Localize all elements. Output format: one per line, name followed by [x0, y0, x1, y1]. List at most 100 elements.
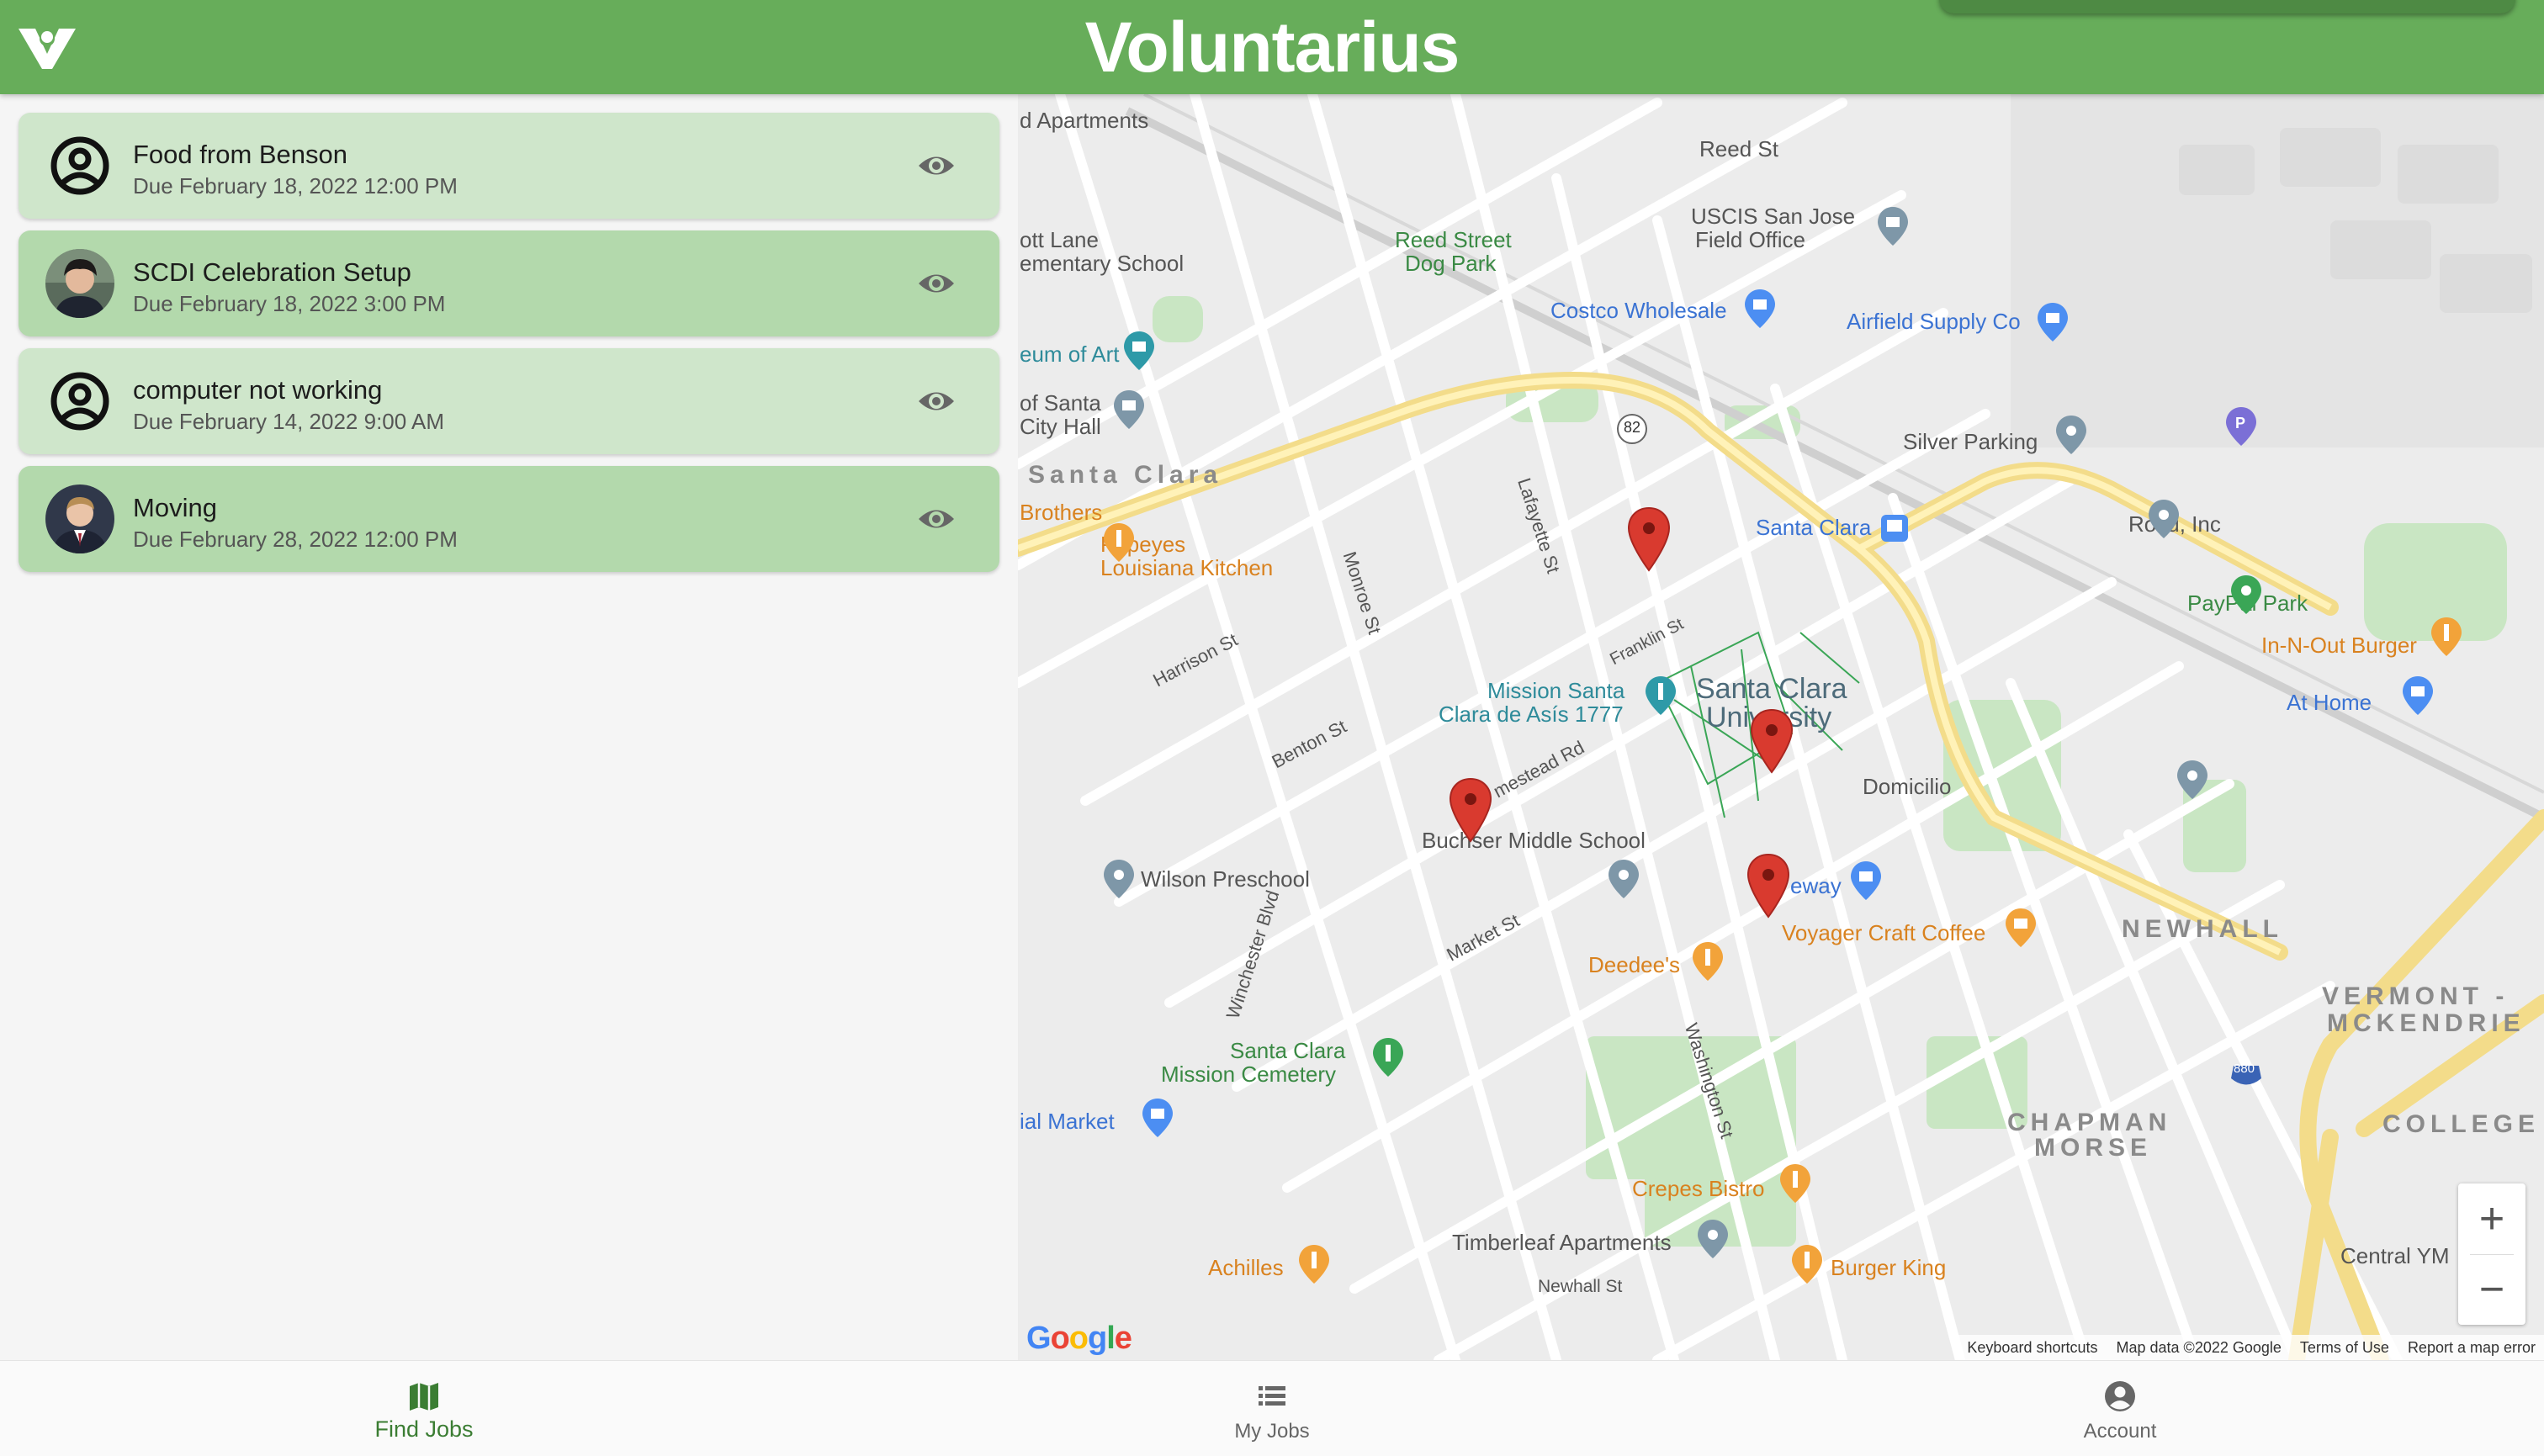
route-880-label: 880 — [2234, 1062, 2255, 1076]
map-label: Voyager Craft Coffee — [1782, 920, 1986, 945]
user-photo-avatar — [45, 249, 114, 318]
nav-account[interactable]: Account — [1696, 1361, 2544, 1456]
job-due-date: Due February 18, 2022 3:00 PM — [133, 291, 446, 316]
eye-icon[interactable] — [917, 387, 956, 416]
restaurant-poi-icon[interactable] — [1297, 1243, 1331, 1285]
map-label: NEWHALL — [2122, 915, 2283, 943]
map-label: COLLEGE — [2382, 1110, 2541, 1138]
job-location-marker-icon[interactable] — [1627, 506, 1671, 572]
cafe-poi-icon[interactable] — [2004, 907, 2038, 949]
location-poi-icon[interactable] — [2176, 759, 2209, 801]
map-label: City Hall — [1020, 414, 1101, 439]
map-label: Mission Santa — [1487, 678, 1625, 703]
person-outline-icon — [50, 372, 109, 431]
church-poi-icon[interactable] — [1644, 675, 1677, 717]
map-label: Airfield Supply Co — [1847, 309, 2021, 334]
keyboard-shortcuts-link[interactable]: Keyboard shortcuts — [1967, 1335, 2097, 1360]
eye-icon[interactable] — [917, 505, 956, 533]
restaurant-poi-icon[interactable] — [2430, 616, 2463, 658]
google-logo[interactable]: Google — [1026, 1321, 1132, 1357]
school-poi-icon[interactable] — [1102, 858, 1136, 900]
map-label: Clara de Asís 1777 — [1439, 702, 1624, 727]
government-poi-icon[interactable] — [1876, 205, 1910, 247]
cemetery-poi-icon[interactable] — [1371, 1036, 1405, 1078]
shopping-poi-icon[interactable] — [1849, 860, 1883, 902]
eye-icon[interactable] — [917, 269, 956, 298]
job-title: Food from Benson — [133, 140, 348, 169]
zoom-out-button[interactable]: − — [2458, 1254, 2525, 1325]
map-icon — [410, 1383, 438, 1411]
restaurant-poi-icon[interactable] — [1790, 1243, 1824, 1285]
map-label: Reed Street — [1395, 227, 1512, 252]
map-label: Crepes Bistro — [1632, 1176, 1765, 1201]
shopping-poi-icon[interactable] — [2401, 675, 2435, 717]
train-station-icon[interactable] — [1878, 511, 1911, 545]
restaurant-poi-icon[interactable] — [1778, 1162, 1812, 1205]
job-title: Moving — [133, 493, 217, 522]
nav-find-jobs[interactable]: Find Jobs — [0, 1361, 848, 1456]
location-poi-icon[interactable] — [1696, 1218, 1730, 1260]
map-label: Reed St — [1699, 136, 1778, 161]
map-data-text: Map data ©2022 Google — [2116, 1339, 2282, 1356]
map-view[interactable]: d Apartments Reed St USCIS San Jose Fiel… — [1018, 94, 2544, 1360]
zoom-in-button[interactable]: + — [2458, 1183, 2525, 1254]
user-photo-avatar — [45, 484, 114, 553]
job-card[interactable]: computer not working Due February 14, 20… — [19, 348, 999, 454]
map-label: At Home — [2287, 690, 2372, 715]
map-label: eum of Art — [1020, 341, 1120, 367]
restaurant-poi-icon[interactable] — [1102, 522, 1136, 564]
parking-poi-icon[interactable]: P — [2224, 405, 2258, 447]
location-poi-icon[interactable] — [2054, 414, 2088, 456]
person-outline-icon — [50, 136, 109, 195]
map-label: ial Market — [1020, 1109, 1115, 1134]
map-label: Achilles — [1208, 1255, 1284, 1280]
government-poi-icon[interactable] — [1112, 389, 1146, 431]
nav-label: Account — [2083, 1420, 2157, 1443]
map-label: Wilson Preschool — [1141, 866, 1310, 892]
job-card[interactable]: SCDI Celebration Setup Due February 18, … — [19, 230, 999, 336]
map-label: Central YM — [2340, 1243, 2450, 1268]
map-label: VERMONT - — [2322, 982, 2510, 1010]
map-label: USCIS San Jose — [1691, 204, 1856, 229]
map-label: Santa Clara — [1028, 461, 1223, 489]
map-label: Domicilio — [1863, 774, 1952, 799]
map-attribution: Keyboard shortcuts Map data ©2022 Google… — [1957, 1335, 2544, 1360]
museum-poi-icon[interactable] — [1122, 330, 1156, 372]
restaurant-poi-icon[interactable] — [1691, 940, 1725, 982]
map-label: ott Lane — [1020, 227, 1099, 252]
job-due-date: Due February 18, 2022 12:00 PM — [133, 173, 458, 199]
job-location-marker-icon[interactable] — [1746, 853, 1790, 919]
terms-of-use-link[interactable]: Terms of Use — [2300, 1335, 2389, 1360]
header-overlay-bar — [1939, 0, 2515, 13]
shopping-poi-icon[interactable] — [1141, 1097, 1174, 1139]
location-poi-icon[interactable] — [2147, 498, 2181, 540]
map-label: of Santa — [1020, 390, 1101, 416]
map-label: ementary School — [1020, 251, 1185, 276]
nav-my-jobs[interactable]: My Jobs — [848, 1361, 1696, 1456]
map-label: MCKENDRIE — [2327, 1009, 2525, 1037]
map-label: Timberleaf Apartments — [1452, 1230, 1672, 1255]
job-card[interactable]: Food from Benson Due February 18, 2022 1… — [19, 113, 999, 219]
svg-text:P: P — [2235, 415, 2245, 432]
shopping-poi-icon[interactable] — [1743, 288, 1777, 330]
map-label: d Apartments — [1020, 108, 1149, 133]
job-location-marker-icon[interactable] — [1750, 708, 1794, 774]
stadium-poi-icon[interactable] — [2229, 574, 2263, 616]
app-title: Voluntarius — [1084, 8, 1460, 87]
shopping-poi-icon[interactable] — [2036, 301, 2070, 343]
school-poi-icon[interactable] — [1607, 858, 1640, 900]
map-label: Brothers — [1020, 500, 1103, 525]
map-label: Mission Cemetery — [1161, 1062, 1337, 1087]
bottom-navigation: Find Jobs My Jobs Account — [0, 1360, 2544, 1456]
job-title: computer not working — [133, 375, 383, 405]
map-label: In-N-Out Burger — [2261, 633, 2417, 658]
job-due-date: Due February 14, 2022 9:00 AM — [133, 409, 445, 434]
report-map-error-link[interactable]: Report a map error — [2408, 1335, 2536, 1360]
map-label: MORSE — [2034, 1134, 2153, 1162]
map-label: eway — [1790, 873, 1842, 898]
eye-icon[interactable] — [917, 151, 956, 180]
nav-label: My Jobs — [1234, 1420, 1310, 1443]
job-card[interactable]: Moving Due February 28, 2022 12:00 PM — [19, 466, 999, 572]
job-location-marker-icon[interactable] — [1449, 777, 1492, 843]
account-circle-icon — [2105, 1381, 2135, 1411]
